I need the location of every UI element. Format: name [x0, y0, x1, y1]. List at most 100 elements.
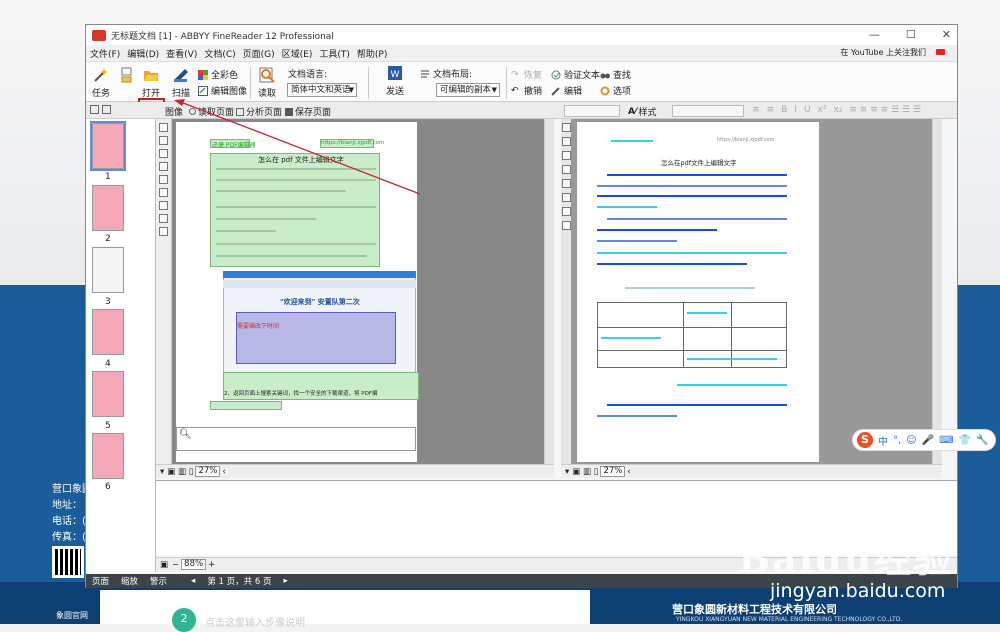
edit-button[interactable]: 编辑: [551, 84, 582, 97]
thumbnail-view-icon[interactable]: [90, 105, 99, 114]
next-page-icon[interactable]: ▸: [283, 576, 287, 586]
thumbnail-page-5[interactable]: [92, 371, 124, 417]
text-vertical-scrollbar[interactable]: [932, 119, 942, 464]
superscript-button[interactable]: x²: [818, 105, 827, 115]
tab-pages[interactable]: 页面: [92, 575, 109, 587]
text-tool-icon[interactable]: [562, 123, 571, 132]
open-button[interactable]: 打开: [142, 67, 160, 99]
options-button[interactable]: 选项: [600, 84, 631, 97]
picture-area-tool-icon[interactable]: [159, 162, 168, 171]
paragraph-mark-icon[interactable]: [562, 221, 571, 230]
menu-file[interactable]: 文件(F): [90, 47, 120, 60]
thumbnail-page-4[interactable]: [92, 309, 124, 355]
text-tool-icon[interactable]: [562, 151, 571, 160]
verify-text-button[interactable]: 验证文本: [551, 68, 600, 81]
align-center-icon[interactable]: ≡: [767, 105, 775, 115]
sogou-logo-icon[interactable]: S: [857, 432, 873, 448]
ime-tools-icon[interactable]: 🔧: [976, 435, 988, 446]
text-tool-icon[interactable]: [562, 207, 571, 216]
subscript-button[interactable]: x₂: [833, 105, 842, 115]
find-button[interactable]: 查找: [600, 68, 631, 81]
step-hint-text[interactable]: 点击这里输入步骤说明: [205, 614, 305, 629]
ime-keyboard-icon[interactable]: ⌨: [939, 435, 953, 446]
menu-view[interactable]: 查看(V): [166, 47, 197, 60]
menu-document[interactable]: 文档(C): [204, 47, 235, 60]
undo-button[interactable]: ↶ 撤销: [511, 84, 542, 98]
zoom-plus-icon[interactable]: +: [208, 560, 215, 570]
thumbnail-page-1[interactable]: [90, 121, 126, 171]
thumbnail-page-3[interactable]: [92, 247, 124, 293]
style-button[interactable]: A⁄ 样式: [628, 105, 656, 119]
full-color-button[interactable]: 全彩色: [198, 68, 238, 81]
prev-page-icon[interactable]: ◂: [191, 576, 195, 586]
text-zoom-dropdown[interactable]: 27%: [600, 466, 626, 477]
text-tool-icon[interactable]: [562, 137, 571, 146]
ime-punctuation-icon[interactable]: °,: [893, 435, 901, 446]
menu-edit[interactable]: 编辑(D): [127, 47, 159, 60]
zoom-pane-dropdown[interactable]: 88%: [181, 559, 207, 570]
text-tool-icon[interactable]: [562, 179, 571, 188]
menu-help[interactable]: 帮助(P): [357, 47, 387, 60]
embedded-table[interactable]: [236, 312, 396, 364]
close-button[interactable]: ✕: [942, 28, 951, 41]
thumbnail-page-2[interactable]: [92, 185, 124, 231]
font-dropdown[interactable]: [564, 105, 620, 117]
restore-button[interactable]: ↷ 恢复: [511, 68, 542, 82]
thumbnail-page-6[interactable]: [92, 433, 124, 479]
ime-emoji-icon[interactable]: ☺: [906, 435, 916, 446]
text-area-tool-icon[interactable]: [159, 136, 168, 145]
read-page-button[interactable]: 读取页面: [189, 105, 234, 118]
zoom-pane-icon[interactable]: ▣: [160, 560, 168, 570]
maximize-button[interactable]: ☐: [906, 28, 916, 41]
doc-language-dropdown[interactable]: 简体中文和英语 ▼: [287, 83, 357, 97]
task-button[interactable]: 任务: [92, 67, 110, 99]
zoom-out-icon[interactable]: ▾: [160, 467, 164, 477]
analyze-page-button[interactable]: 分析页面: [236, 105, 282, 118]
youtube-follow-link[interactable]: 在 YouTube 上关注我们: [840, 47, 952, 58]
zoom-minus-icon[interactable]: −: [172, 560, 179, 570]
text-area-block-3[interactable]: [210, 401, 282, 410]
image-page[interactable]: 迅捷 PDF编辑器 https://bianji.xjpdf.com 怎么在 p…: [176, 122, 419, 462]
tab-warnings[interactable]: 警示: [150, 575, 167, 587]
image-vertical-scrollbar[interactable]: [544, 119, 554, 464]
align-icons[interactable]: ≡ ≡ ≡ ≡ ☰ ☰ ☰: [849, 105, 921, 115]
hand-tool-icon[interactable]: [159, 227, 168, 236]
text-tool-icon[interactable]: [562, 193, 571, 202]
fit-icon[interactable]: ▣ ▥ ▯: [572, 467, 598, 477]
send-button[interactable]: W 发送: [386, 65, 404, 97]
scan-button[interactable]: 扫描: [172, 67, 190, 99]
task-sub-buttons[interactable]: [118, 67, 134, 86]
style-dropdown[interactable]: [672, 105, 744, 117]
text-page[interactable]: https://bianji.xjpdf.com 怎么在pdf文件上编辑文字: [577, 122, 819, 462]
scroll-left-icon[interactable]: ‹: [627, 467, 630, 477]
text-tool-icon[interactable]: [562, 165, 571, 174]
underline-button[interactable]: U: [804, 105, 811, 115]
zoom-out-icon[interactable]: ▾: [565, 467, 569, 477]
background-area-tool-icon[interactable]: [159, 188, 168, 197]
select-area-tool-icon[interactable]: [159, 123, 168, 132]
menu-page[interactable]: 页面(G): [243, 47, 275, 60]
list-view-icon[interactable]: [102, 105, 111, 114]
text-area-block[interactable]: [210, 153, 380, 267]
doc-layout-dropdown[interactable]: 可编辑的副本 ▼: [436, 83, 500, 97]
ime-skin-icon[interactable]: 👕: [959, 435, 971, 446]
scroll-left-icon[interactable]: ‹: [222, 467, 225, 477]
align-left-icon[interactable]: ≡: [752, 105, 760, 115]
table-area-tool-icon[interactable]: [159, 149, 168, 158]
fit-icon[interactable]: ▣ ▥ ▯: [167, 467, 193, 477]
add-area-tool-icon[interactable]: [159, 201, 168, 210]
tab-zoom[interactable]: 缩放: [121, 575, 138, 587]
barcode-area-tool-icon[interactable]: [159, 175, 168, 184]
ime-voice-icon[interactable]: 🎤: [922, 435, 934, 446]
bold-button[interactable]: B: [781, 105, 787, 115]
pointer-tool-icon[interactable]: [159, 214, 168, 223]
save-page-button[interactable]: 保存页面: [285, 105, 331, 118]
ime-mode-chinese[interactable]: 中: [878, 433, 888, 448]
minimize-button[interactable]: —: [869, 28, 880, 41]
italic-button[interactable]: I: [794, 105, 797, 115]
menu-area[interactable]: 区域(E): [282, 47, 313, 60]
edit-image-button[interactable]: 编辑图像: [198, 84, 247, 97]
menu-tools[interactable]: 工具(T): [319, 47, 350, 60]
read-button[interactable]: 读取: [258, 67, 276, 99]
image-zoom-dropdown[interactable]: 27%: [195, 466, 221, 477]
